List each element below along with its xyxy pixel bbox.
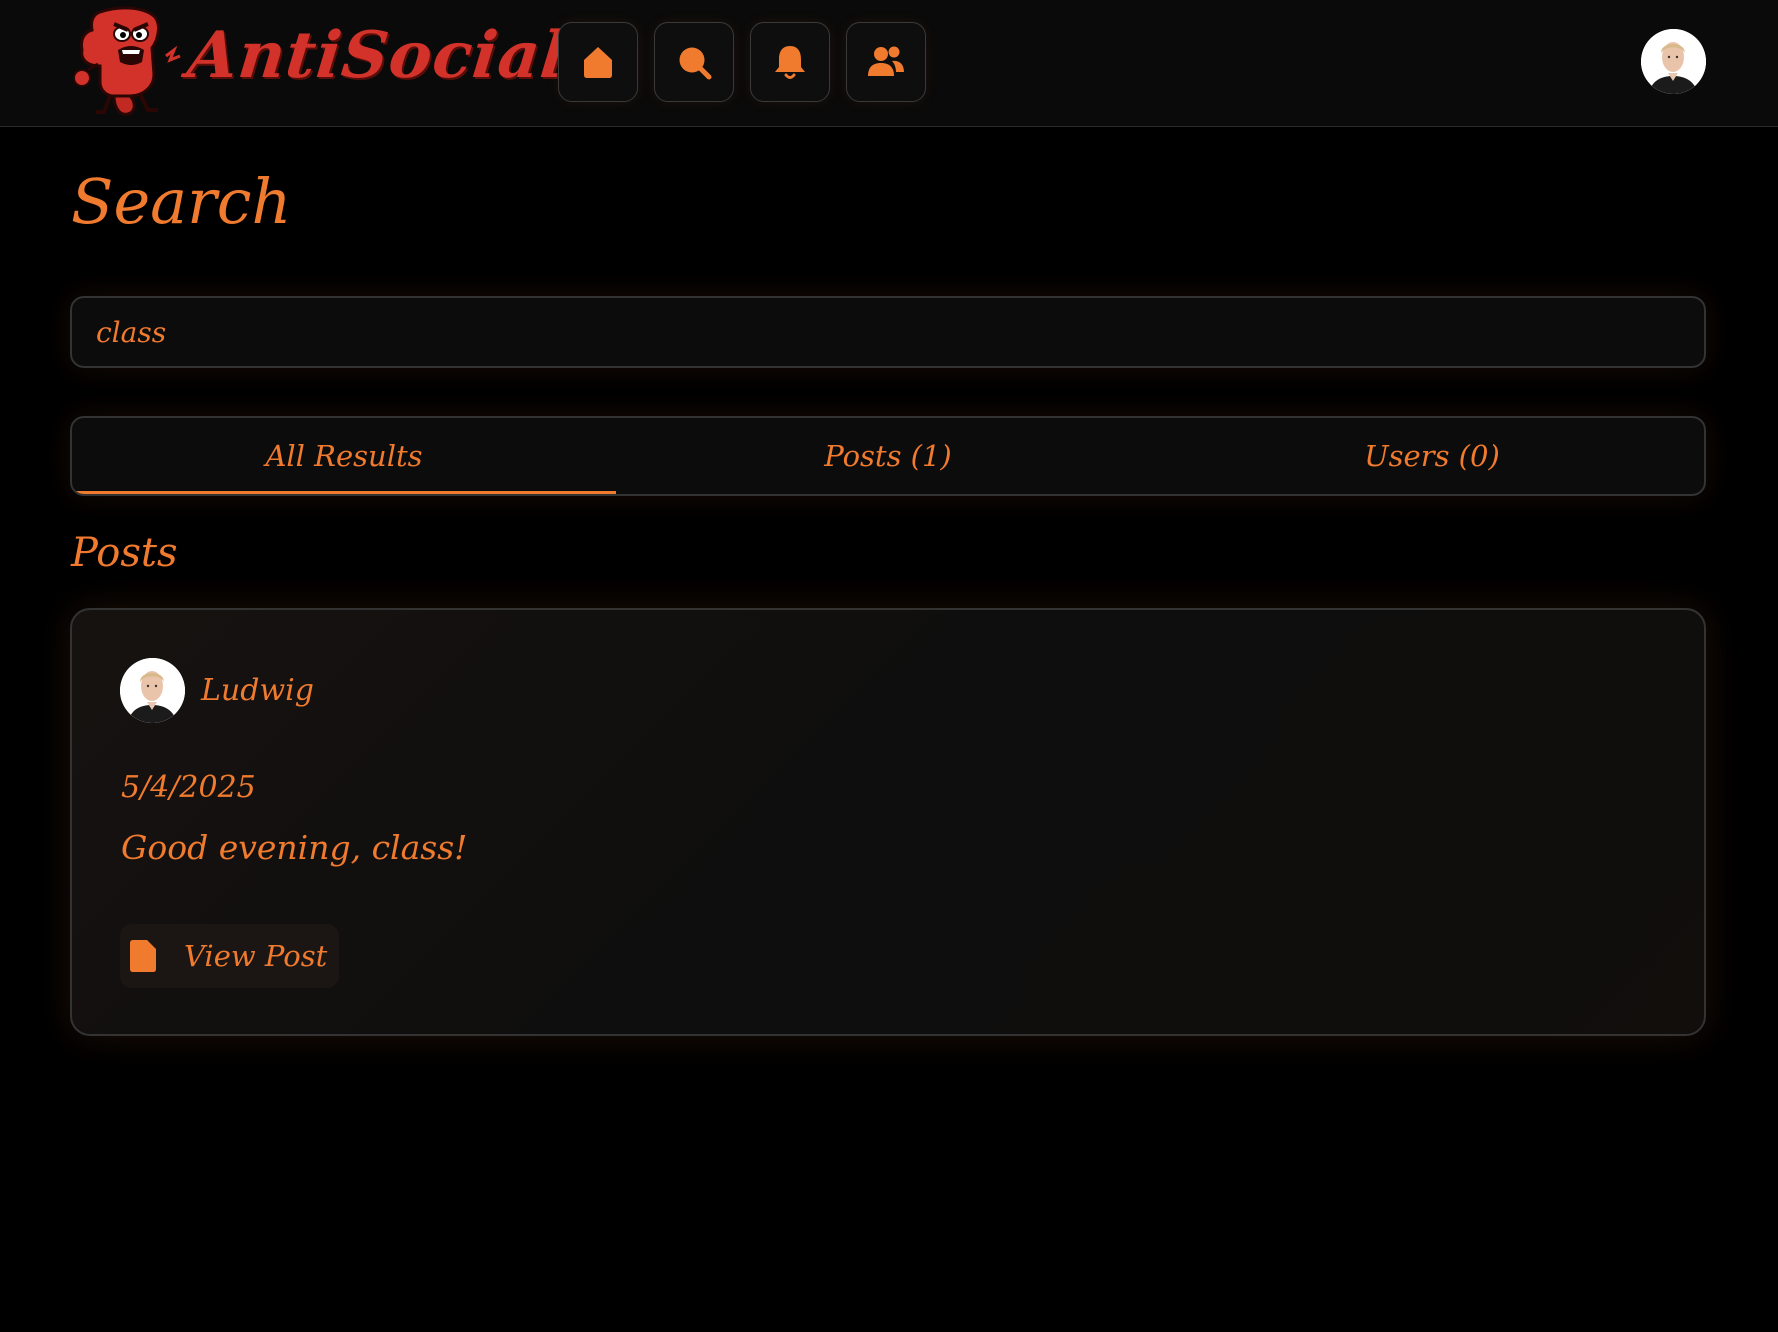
main-nav [558, 22, 926, 102]
nav-friends-button[interactable] [846, 22, 926, 102]
view-post-button[interactable]: View Post [120, 924, 340, 988]
post-card: Ludwig 5/4/2025 Good evening, class! Vie… [70, 608, 1706, 1036]
bell-icon [775, 46, 805, 79]
page-title: Search [71, 165, 292, 238]
result-tabs: All Results Posts (1) Users (0) [70, 416, 1706, 496]
view-post-label: View Post [184, 939, 328, 973]
search-icon [679, 47, 712, 80]
profile-photo-icon [120, 658, 185, 723]
app-logo[interactable]: AntiSocial [70, 4, 570, 120]
author-name[interactable]: Ludwig [201, 673, 314, 708]
logo-wordmark: AntiSocial [184, 18, 570, 93]
post-content: Good evening, class! [121, 828, 468, 867]
profile-photo-icon [1641, 29, 1706, 94]
author-avatar[interactable] [120, 658, 185, 723]
users-icon [868, 46, 904, 76]
nav-home-button[interactable] [558, 22, 638, 102]
nav-search-button[interactable] [654, 22, 734, 102]
post-date: 5/4/2025 [121, 770, 256, 805]
tab-posts[interactable]: Posts (1) [616, 418, 1160, 494]
home-icon [584, 47, 612, 78]
document-icon [130, 940, 156, 972]
post-author[interactable]: Ludwig [120, 658, 314, 723]
tab-all-results[interactable]: All Results [72, 418, 616, 494]
top-header: AntiSocial [0, 0, 1778, 127]
tab-users[interactable]: Users (0) [1160, 418, 1704, 494]
user-avatar[interactable] [1641, 29, 1706, 94]
search-input[interactable] [72, 298, 1704, 366]
search-box [70, 296, 1706, 368]
angry-thumbs-down-mascot-icon [73, 6, 181, 116]
nav-notifications-button[interactable] [750, 22, 830, 102]
posts-section-title: Posts [71, 530, 178, 576]
